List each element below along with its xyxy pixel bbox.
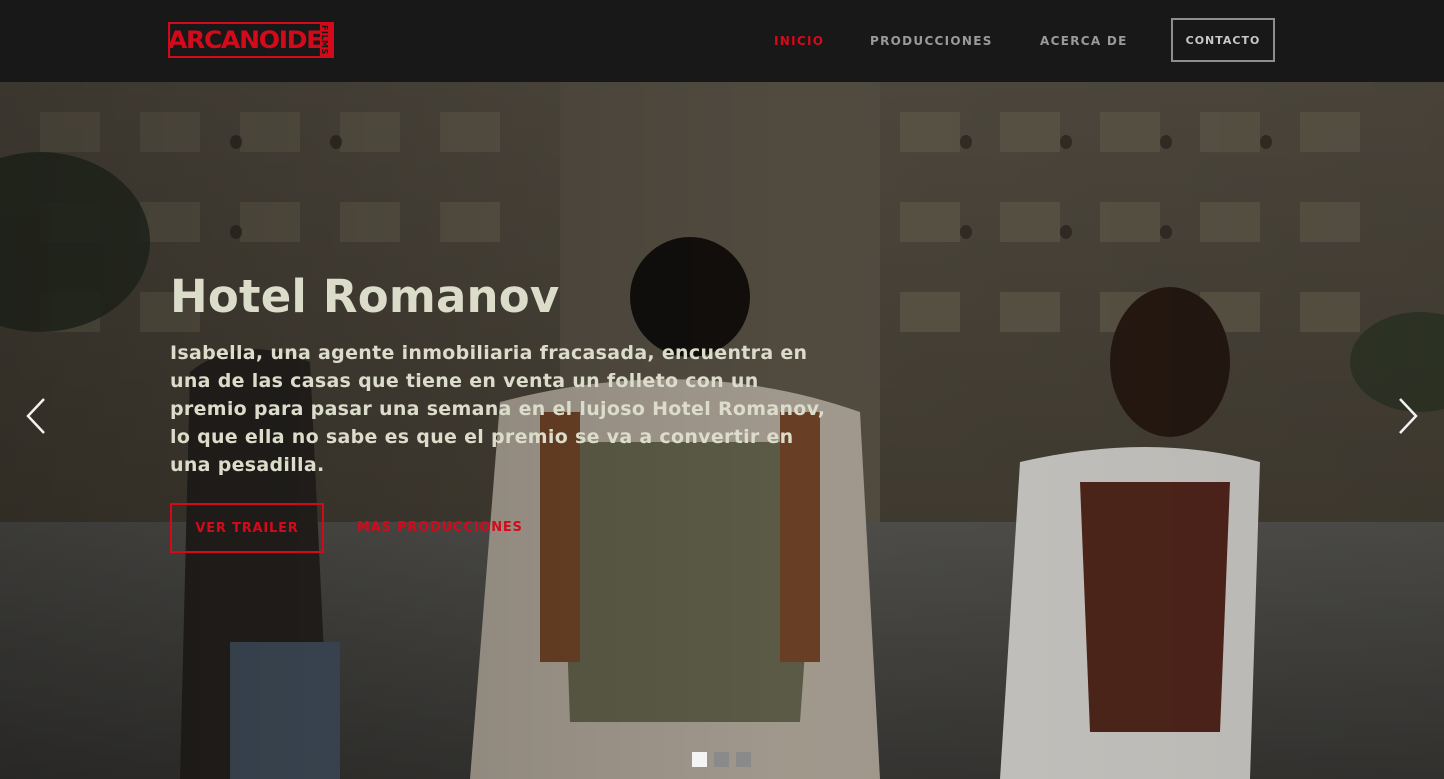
slider-indicators xyxy=(692,752,751,767)
arcanoide-films-logo[interactable]: ARCANOIDE FILMS xyxy=(168,22,334,58)
nav-link-producciones[interactable]: PRODUCCIONES xyxy=(870,32,993,50)
nav-link-inicio[interactable]: INICIO xyxy=(774,32,824,50)
logo-wordmark: ARCANOIDE xyxy=(168,22,323,58)
hero-title: Hotel Romanov xyxy=(170,270,560,323)
mas-producciones-link[interactable]: MAS PRODUCCIONES xyxy=(357,519,523,537)
hero-slider: Hotel Romanov Isabella, una agente inmob… xyxy=(0,82,1444,779)
chevron-right-icon[interactable] xyxy=(1392,396,1422,436)
hero-description: Isabella, una agente inmobiliaria fracas… xyxy=(170,342,826,476)
chevron-left-icon[interactable] xyxy=(22,396,52,436)
slide-indicator-2[interactable] xyxy=(714,752,729,767)
nav-link-acerca-de[interactable]: ACERCA DE xyxy=(1040,32,1128,50)
top-navbar: ARCANOIDE FILMS INICIO PRODUCCIONES ACER… xyxy=(0,0,1444,82)
slide-indicator-3[interactable] xyxy=(736,752,751,767)
ver-trailer-button[interactable]: VER TRAILER xyxy=(170,503,324,553)
slide-indicator-1[interactable] xyxy=(692,752,707,767)
nav-contact-button[interactable]: CONTACTO xyxy=(1171,18,1275,62)
